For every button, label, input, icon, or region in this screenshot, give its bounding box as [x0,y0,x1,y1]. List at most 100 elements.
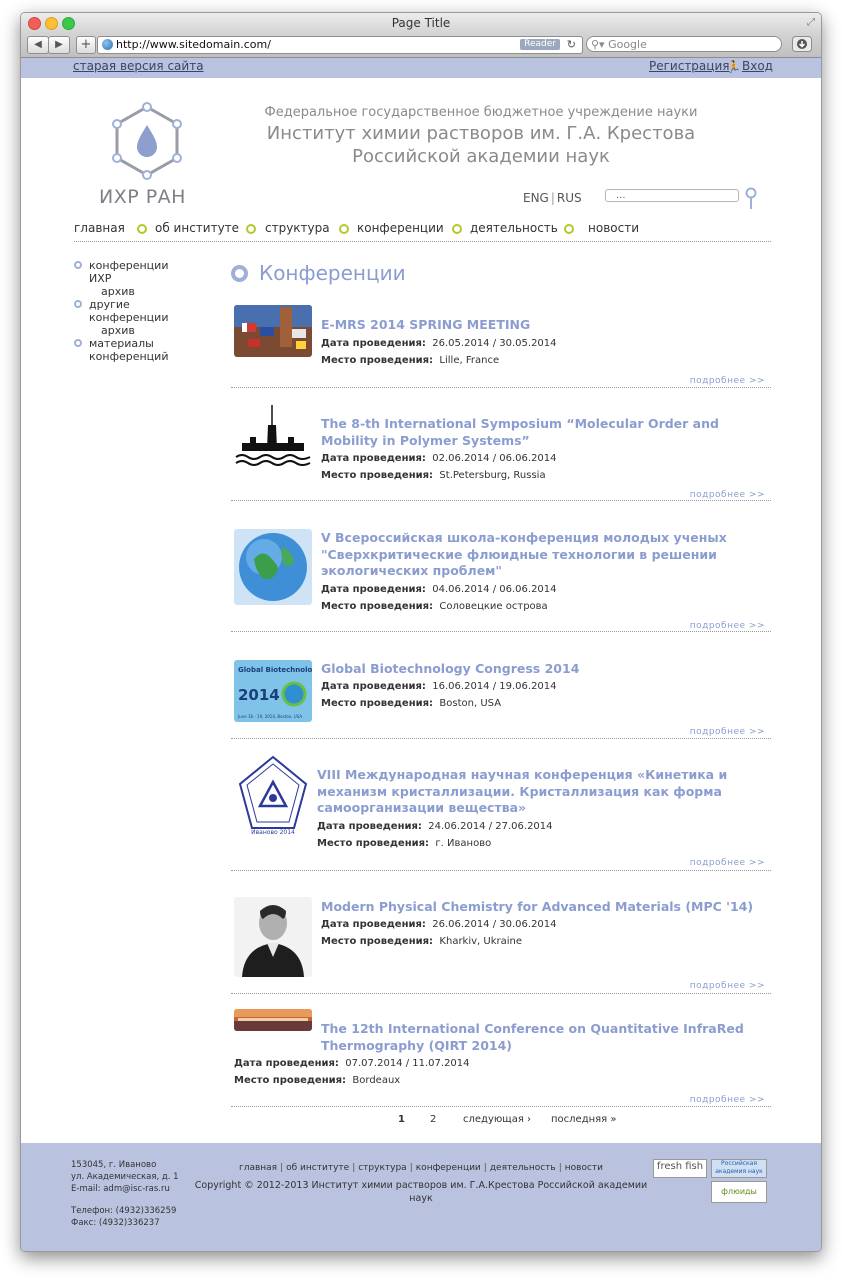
footer-nav-divider: | [409,1163,413,1173]
crystal-logo-icon[interactable]: Иваново 2014 [234,754,312,836]
thumb-text: June 16 - 19, 2014, Boston, USA [237,714,302,719]
nav-item-activity[interactable]: деятельность [470,221,558,235]
more-link[interactable]: подробнее >> [690,621,765,631]
sidebar-item-materials[interactable]: материалы конференций [74,337,194,363]
nav-item-conferences[interactable]: конференции [357,221,444,235]
ras-badge[interactable]: Российская академия наук [711,1159,767,1178]
conference-meta: Дата проведения: 04.06.2014 / 06.06.2014… [321,581,557,615]
browser-window: Page Title ⤢ ◀ ▶ + http://www.sitedomain… [20,12,822,1252]
conference-date: 26.05.2014 / 30.05.2014 [432,338,557,349]
footer-nav-home[interactable]: главная [239,1163,277,1173]
date-label: Дата проведения: [321,453,426,464]
nav-item-about[interactable]: об институте [155,221,239,235]
sidebar-item-label: конференции ИХР [89,259,169,285]
ihr-logo-icon[interactable] [101,99,193,183]
conference-meta: Дата проведения: 16.06.2014 / 19.06.2014… [321,678,557,712]
downloads-icon[interactable] [792,36,812,52]
conference-place: Kharkiv, Ukraine [439,936,523,947]
city-panorama-icon[interactable] [234,1009,312,1031]
more-link[interactable]: подробнее >> [690,858,765,868]
conference-title[interactable]: The 8-th International Symposium “Molecu… [321,416,761,449]
fresh-fish-badge[interactable]: fresh fish [653,1159,707,1178]
footer-email[interactable]: E-mail: adm@isc-ras.ru [71,1183,179,1195]
footer-nav-structure[interactable]: структура [358,1163,406,1173]
conference-meta: Дата проведения: 26.06.2014 / 30.06.2014… [321,916,557,950]
conference-item: Global Biotechnology Congress 2014 June … [231,631,771,739]
thumb-text: Global Biotechnology Congress [238,666,312,674]
fullscreen-icon[interactable]: ⤢ [807,17,815,28]
badge-text: Российская академия наук [715,1160,763,1175]
sidebar-item-other-conferences[interactable]: другие конференции архив [74,298,194,337]
sidebar-bullet-icon [74,261,82,269]
register-link[interactable]: Регистрация [649,59,729,73]
footer-nav-divider: | [483,1163,487,1173]
nav-item-news[interactable]: новости [588,221,639,235]
footer: 153045, г. Иваново ул. Академическая, д.… [21,1143,821,1251]
sidebar-bullet-icon [74,339,82,347]
search-pin-icon[interactable] [744,187,758,211]
biotech-logo-icon[interactable]: Global Biotechnology Congress 2014 June … [234,660,312,722]
window-title: Page Title [391,16,451,30]
conference-title[interactable]: The 12th International Conference on Qua… [321,1021,761,1054]
reader-button[interactable]: Reader [520,39,560,50]
more-link[interactable]: подробнее >> [690,981,765,991]
globe-image-icon[interactable] [234,529,312,605]
nav-item-structure[interactable]: структура [265,221,330,235]
sidebar-item-sub[interactable]: архив [89,285,194,298]
globe-icon [102,39,113,50]
org-name-line1: Институт химии растворов им. Г.А. Кресто… [266,123,696,144]
footer-nav-about[interactable]: об институте [286,1163,349,1173]
magnifier-icon: ⚲▾ [591,38,605,51]
more-link[interactable]: подробнее >> [690,376,765,386]
sidebar-item-sub[interactable]: архив [89,324,194,337]
conference-place: г. Иваново [435,838,492,849]
more-link[interactable]: подробнее >> [690,490,765,500]
conference-place: Bordeaux [352,1075,401,1086]
fluids-badge[interactable]: флюиды [711,1181,767,1203]
reload-icon[interactable]: ↻ [567,37,576,53]
conference-date: 02.06.2014 / 06.06.2014 [432,453,557,464]
spire-logo-icon[interactable] [234,403,312,469]
pager-page-1[interactable]: 1 [398,1114,405,1125]
place-label: Место проведения: [317,838,430,849]
more-link[interactable]: подробнее >> [690,727,765,737]
conference-title[interactable]: Modern Physical Chemistry for Advanced M… [321,899,761,916]
thumb-text: 2014 [238,686,280,704]
back-button[interactable]: ◀ [27,36,49,54]
nav-bullet-icon [452,224,462,234]
site-search-input[interactable]: ... [605,189,739,202]
conference-title[interactable]: V Всероссийская школа-конференция молоды… [321,530,761,580]
flags-photo-icon[interactable] [234,305,312,357]
footer-nav-activity[interactable]: деятельность [490,1163,556,1173]
conference-place: Lille, France [439,355,500,366]
forward-button[interactable]: ▶ [48,36,70,54]
conference-item: E-MRS 2014 SPRING MEETING Дата проведени… [231,301,771,388]
add-tab-button[interactable]: + [76,36,96,54]
place-label: Место проведения: [321,355,434,366]
nav-bullet-icon [564,224,574,234]
pager-page-2[interactable]: 2 [430,1114,436,1125]
conference-title[interactable]: VIII Международная научная конференция «… [317,767,767,817]
footer-nav-conferences[interactable]: конференции [416,1163,481,1173]
nav-item-home[interactable]: главная [74,221,125,235]
conference-meta: Дата проведения: 07.07.2014 / 11.07.2014… [234,1055,470,1089]
address-bar[interactable]: http://www.sitedomain.com/ Reader ↻ [97,36,583,54]
lang-eng-link[interactable]: ENG [523,191,549,205]
nav-bullet-icon [339,224,349,234]
more-link[interactable]: подробнее >> [690,1095,765,1105]
footer-nav-news[interactable]: новости [565,1163,603,1173]
conference-title[interactable]: Global Biotechnology Congress 2014 [321,661,761,678]
conference-item: Modern Physical Chemistry for Advanced M… [231,870,771,994]
conference-title[interactable]: E-MRS 2014 SPRING MEETING [321,317,761,334]
portrait-photo-icon[interactable] [234,897,312,977]
lang-rus-link[interactable]: RUS [557,191,582,205]
pager-next[interactable]: следующая › [463,1114,531,1125]
pager-last[interactable]: последняя » [551,1114,616,1125]
conference-item: Иваново 2014 VIII Международная научная … [231,738,771,871]
web-search-input[interactable]: ⚲▾ Google [586,36,782,52]
org-subtitle: Федеральное государственное бюджетное уч… [264,105,698,120]
login-link[interactable]: Вход [742,59,773,73]
footer-contacts: 153045, г. Иваново ул. Академическая, д.… [71,1159,179,1229]
old-version-link[interactable]: старая версия сайта [73,59,204,73]
sidebar-item-ihr-conferences[interactable]: конференции ИХР архив [74,259,194,298]
